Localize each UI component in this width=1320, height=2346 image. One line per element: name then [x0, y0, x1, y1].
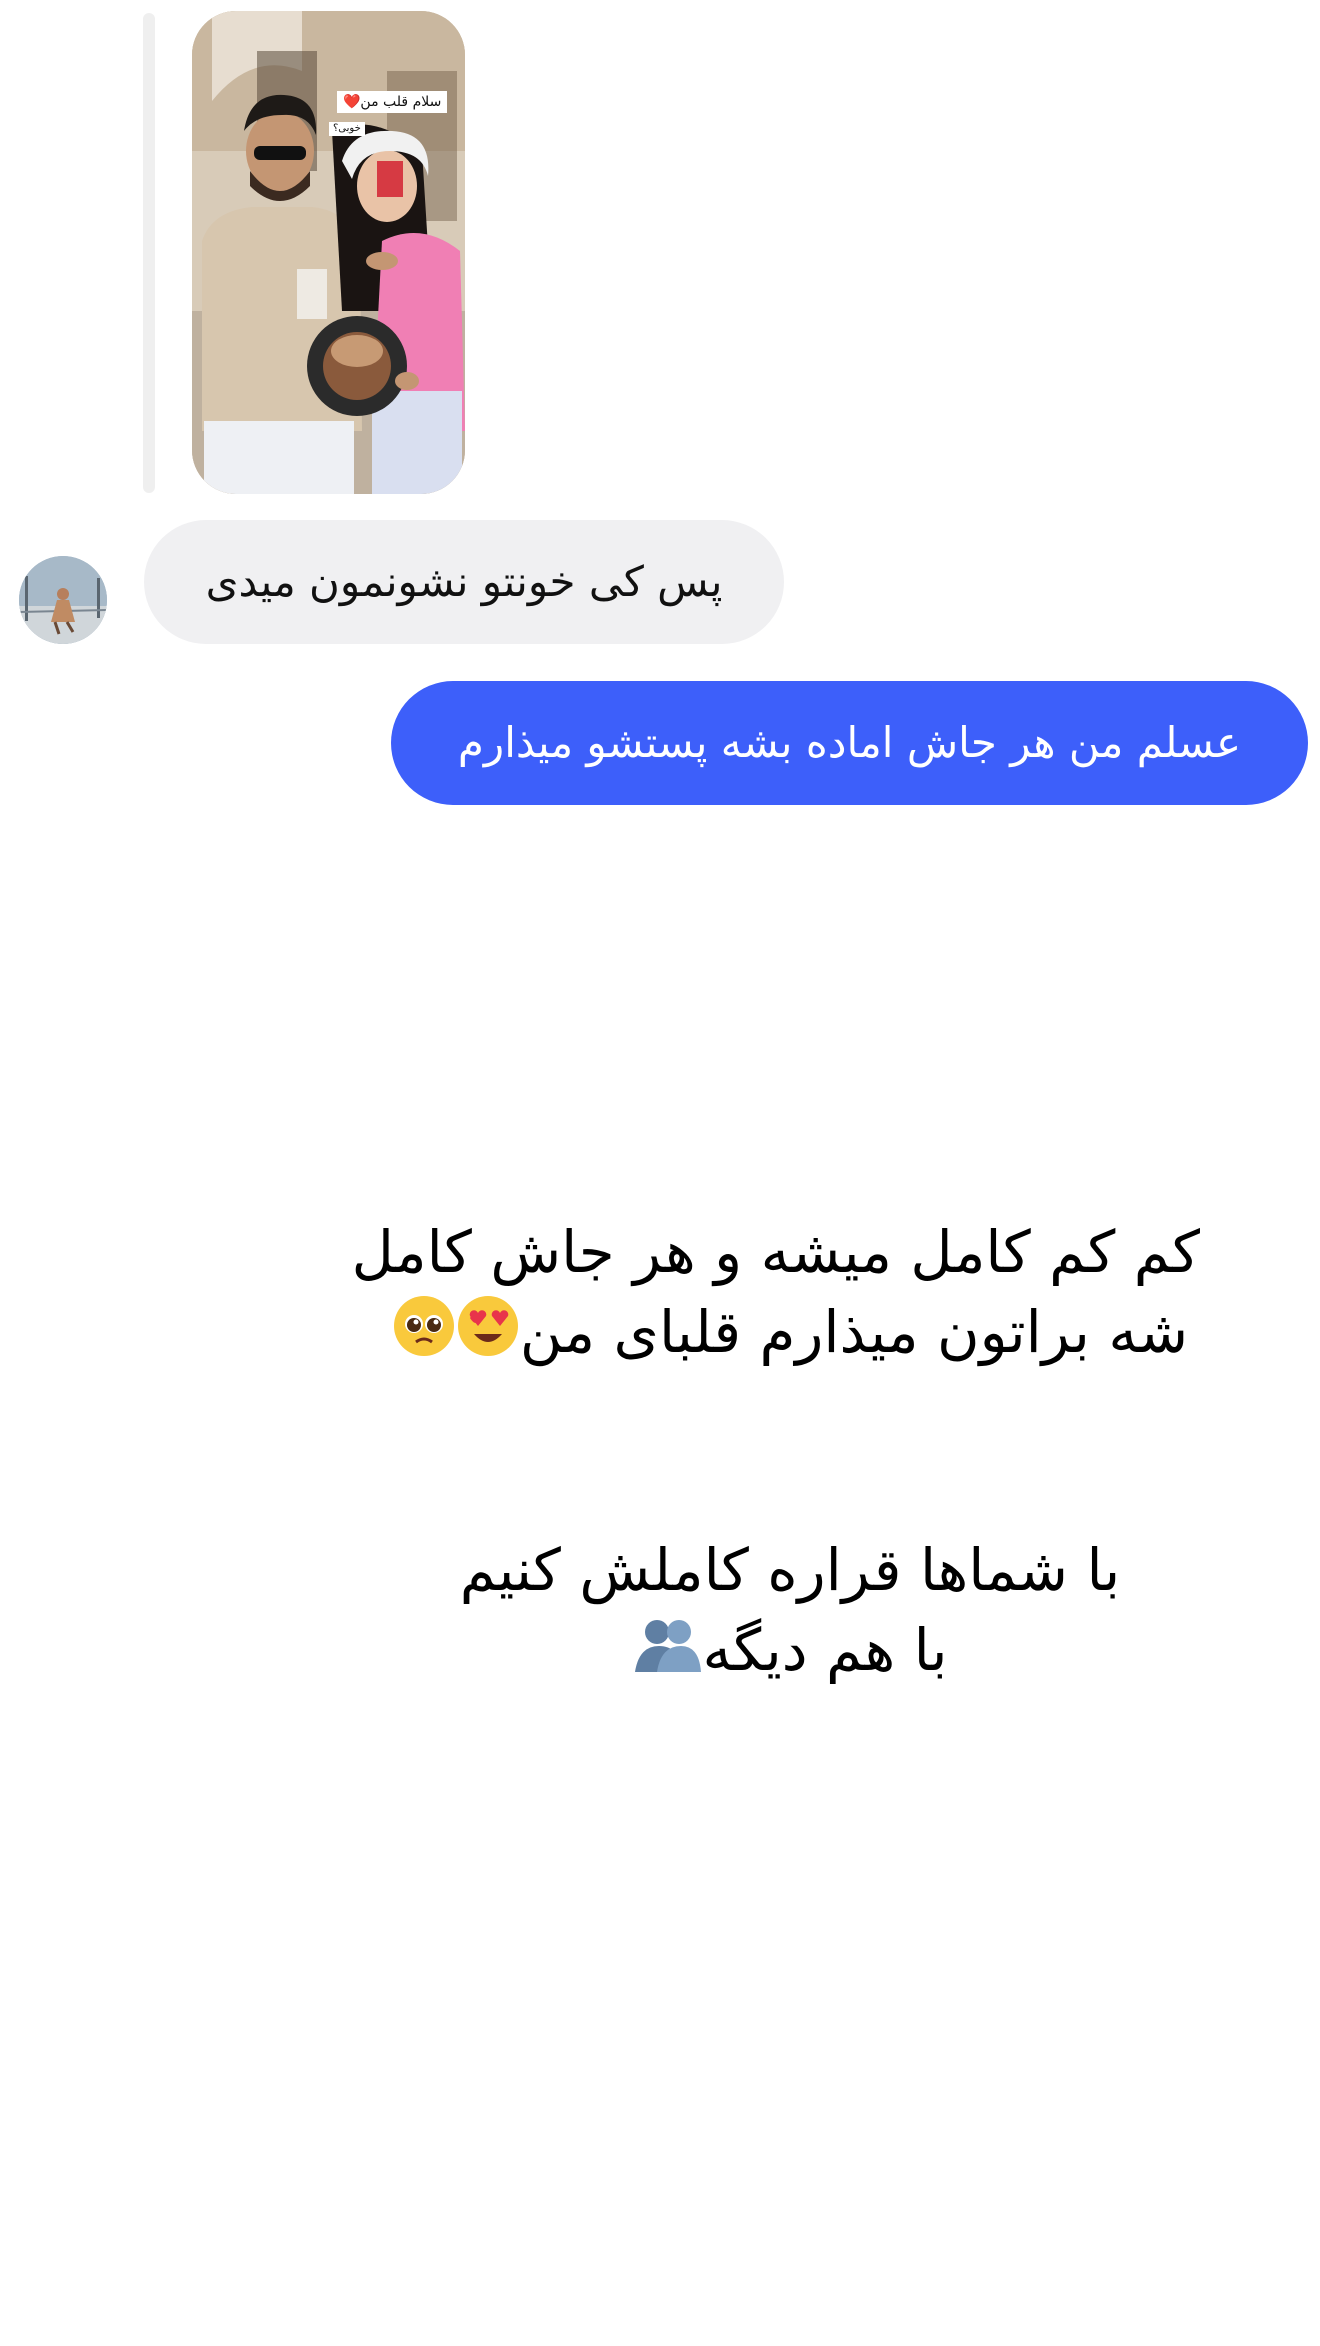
pleading-face-emoji-icon [392, 1294, 456, 1378]
sender-avatar[interactable] [19, 556, 107, 644]
outgoing-message-bubble[interactable]: عسلم من هر جاش اماده بشه پستشو میذارم [391, 681, 1308, 805]
incoming-message-bubble[interactable]: پس کی خونتو نشونمون میدی [144, 520, 784, 644]
people-hugging-emoji-icon [633, 1612, 703, 1696]
story-photo [192, 11, 465, 494]
caption-line-4: با هم دیگه [702, 1616, 948, 1684]
reply-indicator-bar [143, 13, 155, 493]
outgoing-message-text: عسلم من هر جاش اماده بشه پستشو میذارم [457, 718, 1242, 767]
caption-paragraph-1: کم کم کامل میشه و هر جاش کامل شه براتون … [351, 1212, 1200, 1378]
avatar-photo [19, 556, 107, 644]
caption-paragraph-2: با شماها قراره کاملش کنیم با هم دیگه [430, 1530, 1150, 1696]
incoming-message-text: پس کی خونتو نشونمون میدی [205, 557, 723, 606]
caption-line-1: کم کم کامل میشه و هر جاش کامل [351, 1218, 1200, 1286]
caption-line-2-wrapper: شه براتون میذارم قلبای من [380, 1292, 1200, 1378]
story-sticker-greeting: سلام قلب من❤️ [337, 91, 448, 113]
caption-line-3: با شماها قراره کاملش کنیم [459, 1536, 1121, 1604]
caption-line-2: شه براتون میذارم قلبای من [519, 1298, 1189, 1366]
story-reply-thumbnail[interactable]: سلام قلب من❤️ خوبی؟ [192, 11, 465, 494]
story-sticker-question: خوبی؟ [329, 122, 365, 136]
heart-eyes-emoji-icon [456, 1294, 520, 1378]
caption-line-4-wrapper: با هم دیگه [430, 1610, 1150, 1696]
